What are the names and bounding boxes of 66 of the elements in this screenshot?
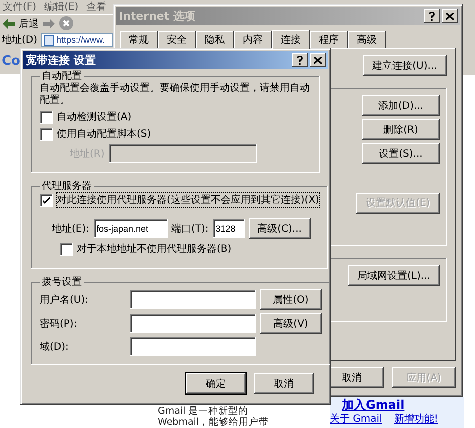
group-title: 自动配置 — [41, 70, 83, 82]
close-icon — [446, 12, 454, 20]
tab[interactable]: 高级 — [348, 31, 386, 48]
checkbox[interactable] — [60, 242, 73, 256]
group-title: 代理服务器 — [41, 180, 93, 193]
tab[interactable]: 安全 — [158, 31, 196, 48]
intro-text: Webmail，能够给用户带 — [158, 417, 270, 428]
tab[interactable]: 内容 — [234, 31, 272, 48]
close-button[interactable] — [442, 9, 458, 23]
help-button[interactable] — [292, 53, 308, 67]
page-icon — [44, 34, 54, 46]
tab[interactable]: 程序 — [310, 31, 348, 48]
text-field[interactable] — [130, 314, 256, 333]
back-button[interactable]: 后退 — [19, 16, 39, 30]
menu-item[interactable]: 文件(F) — [3, 0, 37, 14]
field-label: 域(D): — [40, 340, 70, 354]
checkbox-label[interactable]: 对于本地地址不使用代理服务器(B) — [77, 242, 232, 256]
menu-item[interactable]: 编辑(E) — [44, 0, 79, 14]
dialup-button[interactable]: 设置(S)... — [362, 143, 440, 164]
field-button[interactable]: 高级(V) — [260, 313, 322, 334]
window-title: Internet 选项 — [119, 8, 196, 24]
checkbox-label[interactable]: 使用自动配置脚本(S) — [57, 127, 152, 141]
port-field[interactable]: 3128 — [212, 219, 245, 238]
group-title: 拨号设置 — [41, 276, 83, 289]
question-mark-icon — [297, 56, 303, 64]
checkbox[interactable] — [40, 194, 53, 206]
field-label: 端口(T): — [172, 222, 209, 236]
text-field[interactable] — [130, 290, 256, 309]
checkbox[interactable] — [40, 110, 53, 124]
advanced-button[interactable]: 高级(C)... — [248, 218, 311, 239]
dialog-title: 宽带连接 设置 — [26, 52, 97, 68]
dialog-button[interactable]: 取消 — [254, 373, 314, 394]
close-button[interactable] — [310, 53, 326, 67]
page-link[interactable]: 新增功能! — [394, 414, 438, 426]
logo-text: Co — [2, 54, 20, 68]
close-icon — [314, 56, 322, 64]
menu-item[interactable]: 查看 — [86, 0, 107, 14]
address-label: 地址(D) — [2, 34, 38, 47]
lan-settings-button[interactable]: 局域网设置(L)... — [348, 265, 440, 286]
proxy-address-field[interactable]: fos-japan.net — [94, 219, 168, 238]
field-label: 地址(E): — [52, 222, 90, 236]
tab[interactable]: 连接 — [272, 30, 310, 49]
checkbox-label[interactable]: 自动检测设置(A) — [57, 110, 132, 124]
stop-icon[interactable] — [59, 16, 74, 31]
description-text: 自动配置会覆盖手动设置。要确保使用手动设置，请禁用自动配置。 — [40, 83, 311, 107]
address-field[interactable]: https://www. — [40, 33, 113, 47]
check-icon — [42, 196, 51, 204]
field-label: 用户名(U): — [40, 294, 90, 306]
join-link[interactable]: 加入Gmail — [342, 398, 464, 413]
back-arrow-icon — [3, 18, 15, 28]
field-label: 密码(P): — [40, 318, 78, 330]
dialup-button[interactable]: 删除(R) — [362, 119, 440, 140]
intro-text: Gmail 是一种新型的 — [158, 406, 250, 417]
question-mark-icon — [429, 12, 435, 20]
dialup-button[interactable]: 添加(D)... — [362, 95, 440, 116]
checkbox-label[interactable]: 对此连接使用代理服务器(这些设置不会应用到其它连接)(X) — [57, 193, 320, 207]
tab[interactable]: 常规 — [120, 31, 158, 48]
forward-arrow-icon — [43, 18, 55, 28]
tab[interactable]: 隐私 — [196, 31, 234, 48]
dialog-button[interactable]: 确定 — [186, 373, 246, 394]
setup-button[interactable]: 建立连接(U)... — [363, 55, 447, 76]
field-button[interactable]: 属性(O) — [260, 289, 322, 310]
page-link[interactable]: 关于 Gmail — [330, 414, 382, 426]
help-button[interactable] — [424, 9, 440, 23]
checkbox[interactable] — [40, 128, 53, 140]
text-field[interactable] — [130, 337, 256, 356]
